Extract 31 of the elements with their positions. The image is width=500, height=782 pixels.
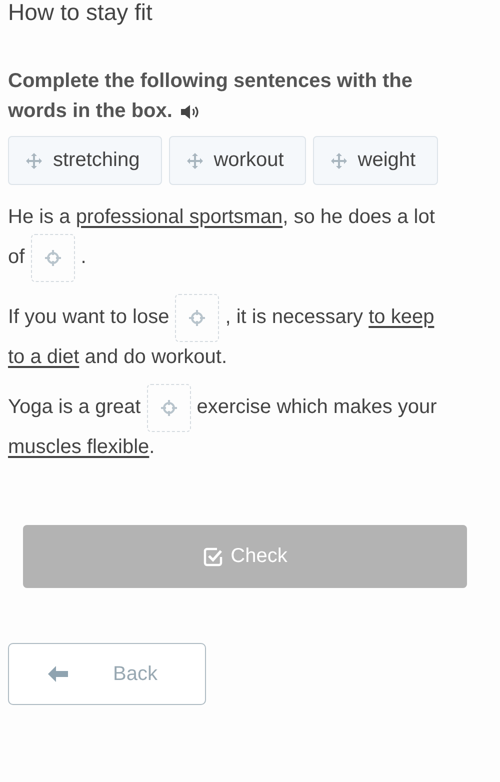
sentence-text: exercise which makes your <box>196 396 437 418</box>
move-icon <box>330 152 348 170</box>
underlined-phrase: muscles flexible <box>8 436 150 458</box>
underlined-phrase: professional sportsman <box>76 206 283 228</box>
page-title: How to stay fit <box>8 0 154 24</box>
sentence-text: of <box>8 246 25 268</box>
move-icon <box>25 152 43 170</box>
drop-zone[interactable] <box>146 384 191 432</box>
word-chip[interactable]: stretching <box>8 136 162 185</box>
sentence-text: Yoga is a great <box>8 396 141 418</box>
instruction-text: Complete the following sentences with the <box>8 70 412 92</box>
word-chip[interactable]: workout <box>168 136 306 185</box>
drop-zone[interactable] <box>30 234 75 282</box>
arrow-left-icon <box>47 665 69 683</box>
checkbox-icon <box>202 546 223 566</box>
word-chip[interactable]: weight <box>312 136 438 185</box>
target-icon <box>188 308 206 327</box>
sentence-text: . <box>80 246 86 268</box>
drop-zone[interactable] <box>175 294 220 342</box>
target-icon <box>44 248 62 267</box>
target-icon <box>160 398 178 417</box>
sentence-text: , it is necessary <box>225 306 364 328</box>
sentence-text: . <box>149 436 155 458</box>
sentence-text: and do workout. <box>84 346 228 368</box>
underlined-phrase: to a diet <box>8 346 80 368</box>
sentence-text: , so he does a lot <box>282 206 435 228</box>
underlined-phrase: to keep <box>368 306 434 328</box>
instruction-text: words in the box. <box>8 100 172 122</box>
move-icon <box>186 152 204 170</box>
sentence-text: He is a <box>8 206 72 228</box>
sentence-text: If you want to lose <box>8 306 170 328</box>
